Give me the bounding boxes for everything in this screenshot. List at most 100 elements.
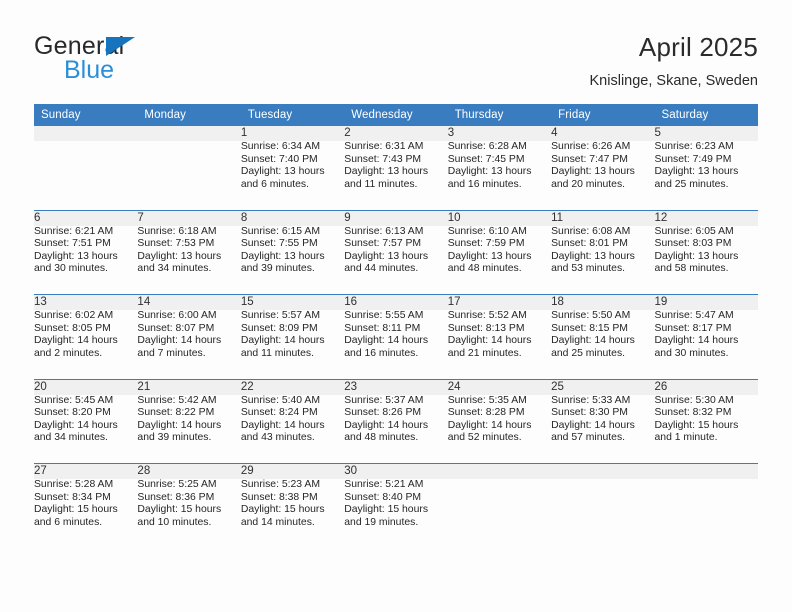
day-detail-line: Sunset: 8:38 PM — [240, 491, 318, 503]
weekday-header-saturday: Saturday — [654, 104, 758, 126]
day-number-empty — [137, 126, 241, 141]
day-number[interactable]: 6 — [34, 209, 138, 226]
day-detail-line: Sunrise: 6:18 AM — [137, 225, 217, 237]
day-detail-line: and 7 minutes. — [137, 347, 206, 359]
day-number[interactable]: 18 — [551, 294, 655, 310]
day-number[interactable]: 30 — [344, 463, 448, 479]
day-cell-details: Sunrise: 6:10 AM Sunset: 7:59 PM Daylight:… — [448, 226, 551, 295]
day-detail-line: Sunrise: 5:42 AM — [137, 394, 217, 406]
day-detail-line: and 58 minutes. — [654, 263, 729, 275]
day-number-empty — [447, 463, 552, 479]
day-number[interactable]: 15 — [240, 294, 345, 310]
day-number[interactable]: 5 — [654, 126, 758, 141]
day-detail-line: and 39 minutes. — [137, 432, 212, 444]
weekday-header-sunday: Sunday — [34, 104, 138, 126]
day-cell-details: Sunrise: 5:40 AM Sunset: 8:24 PM Daylight:… — [241, 395, 344, 464]
day-detail-line: Sunset: 8:34 PM — [34, 491, 111, 503]
day-detail-line: Daylight: 14 hours — [240, 419, 325, 431]
week-details-row: Sunrise: 6:34 AM Sunset: 7:40 PM Daylight:… — [34, 141, 758, 210]
day-number[interactable]: 20 — [34, 378, 138, 395]
day-detail-line: Sunset: 8:26 PM — [344, 407, 422, 419]
day-number[interactable]: 16 — [344, 294, 448, 310]
day-number[interactable]: 1 — [240, 126, 345, 141]
day-detail-line: Sunrise: 5:28 AM — [34, 479, 114, 490]
day-detail-line: and 1 minute. — [654, 432, 718, 444]
day-detail-line: Sunset: 8:30 PM — [551, 407, 628, 419]
generalblue-logo[interactable]: General Blue — [34, 34, 264, 86]
day-detail-line: Sunset: 8:24 PM — [240, 407, 318, 419]
day-number[interactable]: 19 — [654, 294, 758, 310]
day-number[interactable]: 27 — [34, 463, 138, 479]
day-detail-line: Sunrise: 5:35 AM — [447, 394, 527, 406]
day-detail-line: and 16 minutes. — [344, 347, 419, 359]
day-detail-line: and 39 minutes. — [240, 263, 315, 275]
day-detail-line: and 6 minutes. — [34, 516, 103, 528]
day-detail-line: Sunset: 8:07 PM — [137, 322, 215, 334]
day-cell-details: Sunrise: 5:25 AM Sunset: 8:36 PM Daylight:… — [137, 479, 240, 548]
day-number[interactable]: 7 — [137, 209, 241, 226]
day-number[interactable]: 11 — [551, 209, 655, 226]
day-detail-line: Sunset: 8:11 PM — [344, 322, 421, 334]
day-number[interactable]: 23 — [344, 378, 448, 395]
day-number[interactable]: 21 — [137, 378, 241, 395]
day-detail-line: Daylight: 14 hours — [137, 335, 222, 347]
day-number[interactable]: 10 — [447, 209, 552, 226]
day-cell-details: Sunrise: 6:02 AM Sunset: 8:05 PM Daylight:… — [34, 310, 137, 379]
day-detail-line: Sunrise: 6:02 AM — [34, 310, 114, 321]
day-detail-line: Sunset: 8:13 PM — [447, 322, 525, 334]
day-detail-line: Sunset: 7:49 PM — [654, 153, 732, 165]
day-number[interactable]: 4 — [551, 126, 655, 141]
day-number[interactable]: 3 — [447, 126, 552, 141]
day-cell-details: Sunrise: 6:18 AM Sunset: 7:53 PM Daylight:… — [137, 226, 240, 295]
day-cell-empty — [655, 479, 758, 548]
day-cell-details: Sunrise: 6:08 AM Sunset: 8:01 PM Daylight:… — [551, 226, 654, 295]
day-detail-line: Sunset: 7:59 PM — [447, 238, 525, 250]
weekday-header-thursday: Thursday — [447, 104, 552, 126]
day-cell-details: Sunrise: 5:42 AM Sunset: 8:22 PM Daylight:… — [137, 395, 240, 464]
day-detail-line: Sunrise: 6:28 AM — [447, 141, 527, 152]
day-number[interactable]: 26 — [654, 378, 758, 395]
day-detail-line: Daylight: 15 hours — [137, 504, 222, 516]
weekday-header-wednesday: Wednesday — [344, 104, 448, 126]
day-detail-line: Daylight: 14 hours — [344, 419, 429, 431]
weekday-header-row: Sunday Monday Tuesday Wednesday Thursday Frid… — [34, 104, 758, 126]
day-detail-line: Daylight: 13 hours — [34, 250, 118, 262]
day-number[interactable]: 12 — [654, 209, 758, 226]
day-detail-line: Daylight: 13 hours — [344, 250, 429, 262]
day-detail-line: Sunset: 7:40 PM — [240, 153, 318, 165]
day-number[interactable]: 25 — [551, 378, 655, 395]
day-number[interactable]: 14 — [137, 294, 241, 310]
day-detail-line: Sunset: 7:47 PM — [551, 153, 628, 165]
day-cell-details: Sunrise: 5:28 AM Sunset: 8:34 PM Daylight:… — [34, 479, 137, 548]
day-number[interactable]: 8 — [240, 209, 345, 226]
day-detail-line: Sunset: 8:03 PM — [654, 238, 732, 250]
day-detail-line: Sunset: 8:36 PM — [137, 491, 215, 503]
day-detail-line: Sunset: 8:17 PM — [654, 322, 732, 334]
day-number[interactable]: 2 — [344, 126, 448, 141]
day-cell-details: Sunrise: 6:21 AM Sunset: 7:51 PM Daylight:… — [34, 226, 137, 295]
day-number[interactable]: 17 — [447, 294, 552, 310]
day-number[interactable]: 29 — [240, 463, 345, 479]
day-detail-line: Daylight: 15 hours — [34, 504, 118, 516]
day-detail-line: Sunset: 8:15 PM — [551, 322, 628, 334]
day-number[interactable]: 13 — [34, 294, 138, 310]
weekday-header-tuesday: Tuesday — [240, 104, 345, 126]
day-cell-empty — [34, 141, 137, 210]
day-detail-line: Daylight: 13 hours — [137, 250, 222, 262]
day-cell-details: Sunrise: 6:05 AM Sunset: 8:03 PM Daylight:… — [655, 226, 758, 295]
page-title: April 2025 — [638, 32, 758, 62]
day-number[interactable]: 28 — [137, 463, 241, 479]
day-cell-details: Sunrise: 6:28 AM Sunset: 7:45 PM Daylight:… — [448, 141, 551, 210]
day-cell-details: Sunrise: 6:31 AM Sunset: 7:43 PM Daylight:… — [344, 141, 447, 210]
day-cell-details: Sunrise: 6:00 AM Sunset: 8:07 PM Daylight:… — [137, 310, 240, 379]
day-number[interactable]: 9 — [344, 209, 448, 226]
day-detail-line: Sunrise: 5:33 AM — [551, 394, 631, 406]
day-detail-line: Daylight: 13 hours — [240, 166, 325, 178]
day-detail-line: Sunrise: 5:30 AM — [654, 394, 734, 406]
week-details-row: Sunrise: 5:45 AM Sunset: 8:20 PM Daylight:… — [34, 395, 758, 464]
day-detail-line: Sunrise: 6:23 AM — [654, 141, 734, 152]
day-number[interactable]: 22 — [240, 378, 345, 395]
day-detail-line: Sunset: 7:43 PM — [344, 153, 422, 165]
day-number[interactable]: 24 — [447, 378, 552, 395]
day-detail-line: and 2 minutes. — [34, 347, 103, 359]
